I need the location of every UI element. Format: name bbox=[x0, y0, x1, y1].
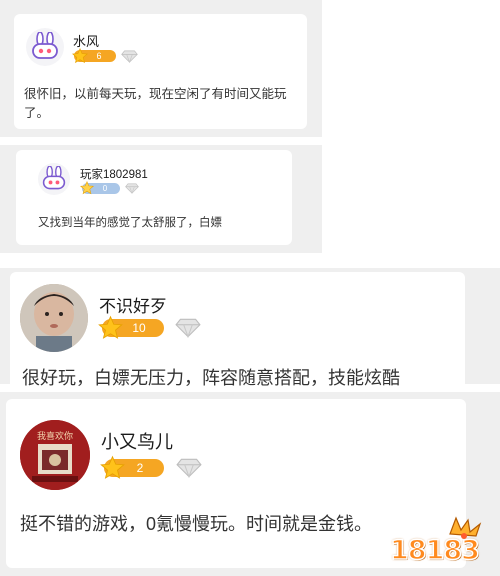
diamond-icon bbox=[121, 50, 138, 63]
username[interactable]: 玩家1802981 bbox=[80, 166, 148, 182]
level-badge: 6 bbox=[72, 48, 116, 64]
diamond-icon bbox=[176, 458, 202, 478]
watermark-logo: 18183 bbox=[389, 514, 494, 572]
diamond-icon bbox=[175, 318, 201, 338]
avatar-caption: 我喜欢你 bbox=[36, 431, 73, 441]
avatar[interactable] bbox=[26, 28, 64, 66]
comment-text: 很怀旧，以前每天玩，现在空闲了有时间又能玩了。 bbox=[24, 87, 287, 120]
bunny-avatar-icon bbox=[42, 166, 66, 190]
bunny-avatar-icon bbox=[32, 32, 58, 59]
username[interactable]: 小又鸟儿 bbox=[101, 428, 173, 454]
comment-card-3: 不识好歹 10 很好玩，白嫖无压力，阵容随意搭配，技能炫酷 bbox=[10, 272, 465, 388]
username[interactable]: 不识好歹 bbox=[99, 292, 167, 317]
level-badge: 0 bbox=[80, 181, 120, 195]
star-icon bbox=[100, 455, 125, 479]
avatar[interactable] bbox=[38, 163, 70, 195]
comment-card-2: 玩家1802981 0 又找到当年的感觉了太舒服了，白嫖 bbox=[16, 150, 292, 245]
comment-text: 挺不错的游戏，0氪慢慢玩。时间就是金钱。 bbox=[20, 514, 373, 534]
comment-text: 很好玩，白嫖无压力，阵容随意搭配，技能炫酷 bbox=[22, 368, 400, 388]
avatar[interactable] bbox=[20, 284, 88, 352]
child-photo-avatar bbox=[20, 284, 88, 352]
comment-card-1: 水风 6 很怀旧，以前每天玩，现在空闲了有时间又能玩了。 bbox=[14, 14, 307, 129]
star-icon bbox=[80, 181, 94, 195]
level-badge: 2 bbox=[100, 455, 164, 479]
level-badge: 10 bbox=[98, 315, 164, 339]
watermark-text: 18183 bbox=[389, 534, 480, 567]
star-icon bbox=[72, 48, 88, 64]
diamond-icon bbox=[125, 183, 139, 194]
comment-text: 又找到当年的感觉了太舒服了，白嫖 bbox=[38, 217, 222, 229]
avatar[interactable]: 我喜欢你 bbox=[20, 420, 90, 490]
star-icon bbox=[98, 315, 123, 339]
